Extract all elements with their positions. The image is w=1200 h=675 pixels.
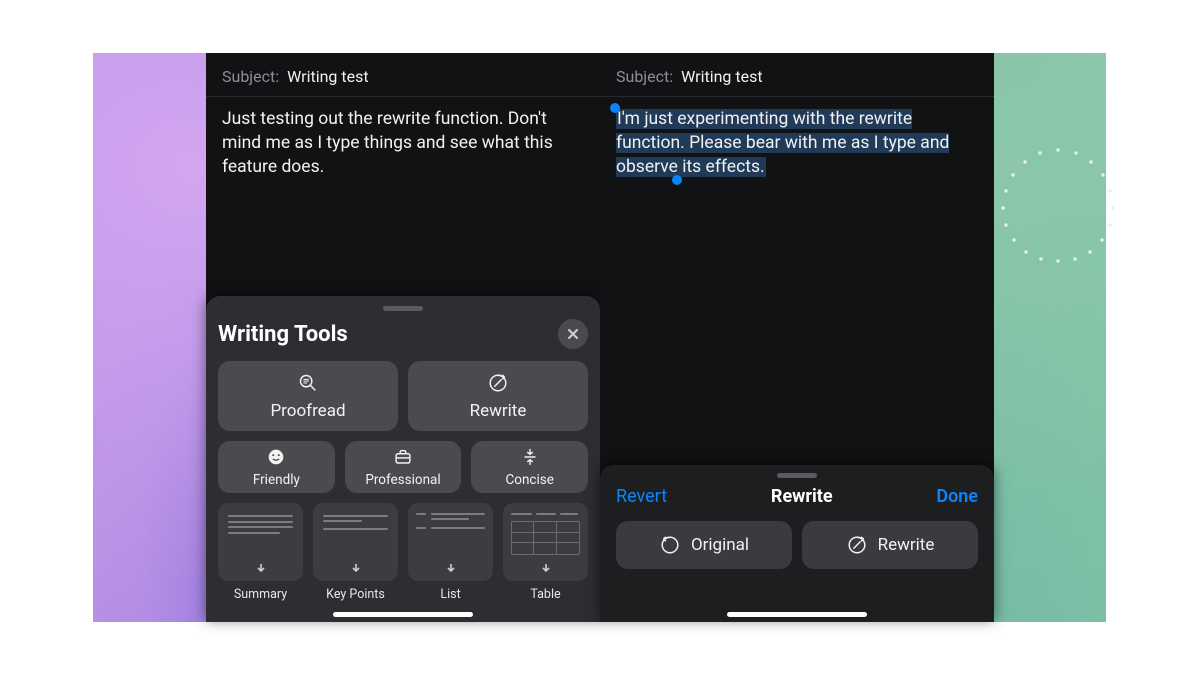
close-icon — [567, 328, 579, 340]
subject-label: Subject: — [222, 67, 279, 86]
divider — [600, 96, 994, 97]
summary-caption: Summary — [234, 587, 287, 602]
subject-value[interactable]: Writing test — [287, 67, 368, 86]
proofread-button[interactable]: Proofread — [218, 361, 398, 431]
list-caption: List — [440, 587, 460, 602]
sheet-title: Writing Tools — [218, 322, 348, 347]
keypoints-tile[interactable] — [313, 503, 398, 581]
table-caption: Table — [530, 587, 560, 602]
email-body[interactable]: Just testing out the rewrite function. D… — [206, 107, 600, 179]
list-tile[interactable] — [408, 503, 493, 581]
compress-icon — [519, 446, 541, 468]
professional-button[interactable]: Professional — [345, 441, 462, 493]
subject-row: Subject: Writing test — [600, 53, 994, 96]
subject-label: Subject: — [616, 67, 673, 86]
selection-end-handle[interactable] — [672, 175, 682, 185]
divider — [206, 96, 600, 97]
friendly-button[interactable]: Friendly — [218, 441, 335, 493]
briefcase-icon — [392, 446, 414, 468]
concise-button[interactable]: Concise — [471, 441, 588, 493]
rewrite-again-label: Rewrite — [878, 535, 935, 555]
revert-circle-icon — [659, 534, 681, 556]
selection-start-handle[interactable] — [610, 103, 620, 113]
original-button[interactable]: Original — [616, 521, 792, 569]
sheet-grabber[interactable] — [383, 306, 423, 311]
arrow-down-icon — [540, 559, 552, 571]
arrow-down-icon — [255, 559, 267, 571]
summary-icon — [228, 515, 293, 543]
close-button[interactable] — [558, 319, 588, 349]
magnify-text-icon — [297, 372, 319, 394]
selected-text[interactable]: I'm just experimenting with the rewrite … — [616, 109, 949, 177]
subject-row: Subject: Writing test — [206, 53, 600, 96]
professional-label: Professional — [365, 472, 440, 488]
rewrite-again-button[interactable]: Rewrite — [802, 521, 978, 569]
concise-label: Concise — [505, 472, 553, 488]
email-body[interactable]: I'm just experimenting with the rewrite … — [600, 107, 994, 179]
arrow-down-icon — [350, 559, 362, 571]
rewrite-circle-icon — [487, 372, 509, 394]
rewrite-result-sheet: Revert Rewrite Done Original — [600, 465, 994, 622]
original-label: Original — [691, 535, 749, 555]
stage: Subject: Writing test Just testing out t… — [0, 0, 1200, 675]
keypoints-icon — [323, 515, 388, 536]
rewrite-label: Rewrite — [470, 401, 527, 421]
sheet-grabber[interactable] — [777, 473, 817, 478]
table-icon — [511, 513, 580, 555]
done-button[interactable]: Done — [936, 486, 978, 507]
home-indicator[interactable] — [333, 612, 473, 617]
arrow-down-icon — [445, 559, 457, 571]
smile-icon — [265, 446, 287, 468]
rewrite-circle-icon — [846, 534, 868, 556]
revert-button[interactable]: Revert — [616, 486, 667, 507]
phone-left: Subject: Writing test Just testing out t… — [206, 53, 600, 622]
keypoints-caption: Key Points — [326, 587, 385, 602]
summary-tile[interactable] — [218, 503, 303, 581]
table-tile[interactable] — [503, 503, 588, 581]
result-title: Rewrite — [771, 486, 833, 507]
list-icon — [416, 513, 485, 536]
phone-right: Subject: Writing test I'm just experimen… — [600, 53, 994, 622]
subject-value[interactable]: Writing test — [681, 67, 762, 86]
proofread-label: Proofread — [270, 401, 345, 421]
writing-tools-sheet: Writing Tools Proofread — [206, 296, 600, 622]
home-indicator[interactable] — [727, 612, 867, 617]
friendly-label: Friendly — [253, 472, 300, 488]
rewrite-button[interactable]: Rewrite — [408, 361, 588, 431]
